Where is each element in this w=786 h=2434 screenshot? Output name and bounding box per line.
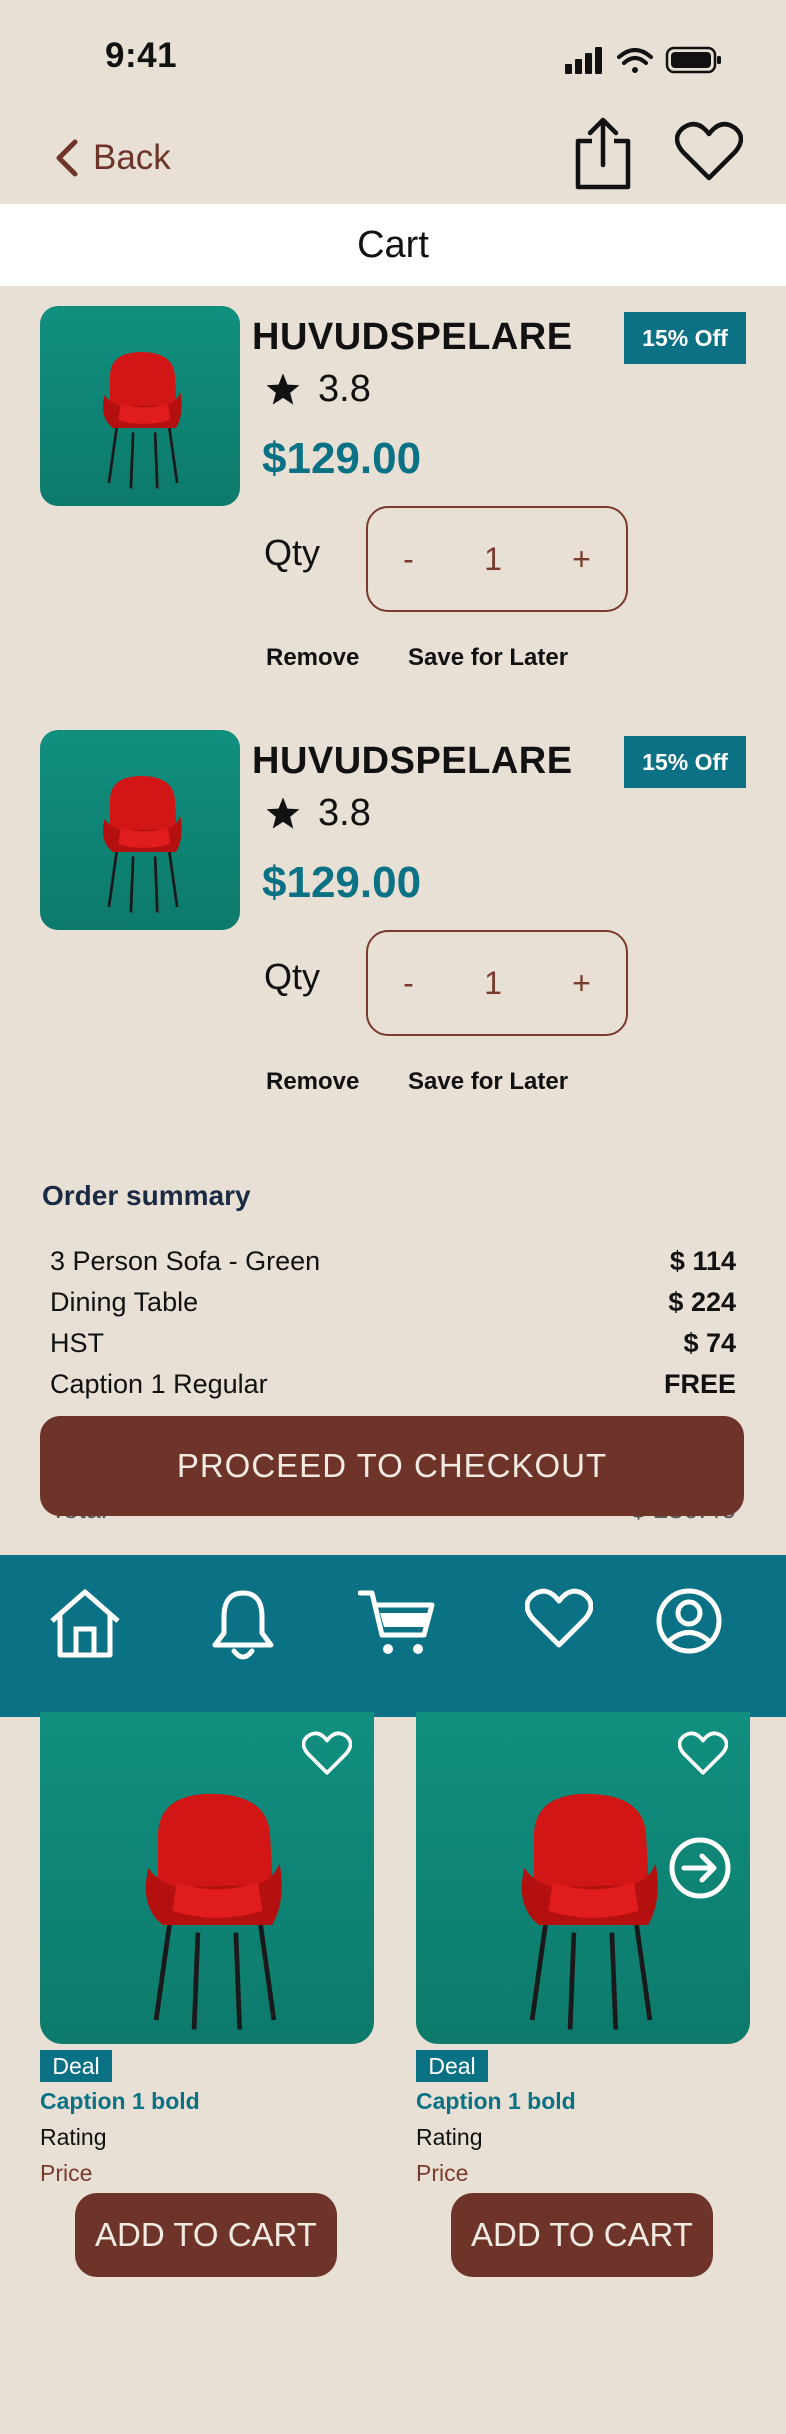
heart-icon[interactable] <box>678 1730 728 1776</box>
qty-increment-button[interactable]: + <box>572 965 591 1002</box>
summary-label: HST <box>50 1328 104 1358</box>
favorite-button[interactable] <box>674 120 744 187</box>
qty-decrement-button[interactable]: - <box>403 541 414 578</box>
signal-icon <box>565 47 602 74</box>
summary-row: HST $ 74 <box>50 1328 736 1359</box>
tab-home[interactable] <box>48 1587 122 1664</box>
product-price: Price <box>40 2160 93 2186</box>
status-icons <box>563 44 723 81</box>
page-title: Cart <box>0 204 786 286</box>
tab-favorites[interactable] <box>524 1587 594 1654</box>
status-time: 9:41 <box>105 36 178 75</box>
summary-row: Caption 1 Regular FREE <box>50 1369 736 1400</box>
user-icon <box>656 1588 722 1654</box>
product-image[interactable] <box>40 730 240 930</box>
qty-label: Qty <box>264 956 321 997</box>
home-icon <box>50 1589 120 1658</box>
add-to-cart-button[interactable]: ADD TO CART <box>75 2193 337 2277</box>
tab-notifications[interactable] <box>210 1587 276 1666</box>
product-price: $129.00 <box>262 434 422 483</box>
product-caption: Caption 1 bold <box>416 2088 576 2114</box>
summary-label: Dining Table <box>50 1287 199 1317</box>
heart-icon[interactable] <box>302 1730 352 1776</box>
product-card <box>416 1712 750 2044</box>
bottom-tab-bar <box>0 1555 786 1717</box>
star-icon <box>266 796 300 829</box>
summary-value: $ 74 <box>683 1328 736 1358</box>
deal-badge: Deal <box>416 2050 488 2082</box>
summary-value: $ 224 <box>668 1287 736 1317</box>
product-image[interactable] <box>40 1712 374 2044</box>
deal-badge: Deal <box>40 2050 112 2082</box>
summary-value: $ 114 <box>669 1246 736 1276</box>
remove-button[interactable]: Remove <box>266 1068 359 1096</box>
back-label: Back <box>93 138 171 177</box>
qty-increment-button[interactable]: + <box>572 541 591 578</box>
share-icon <box>575 117 631 190</box>
product-card <box>40 1712 374 2044</box>
save-for-later-button[interactable]: Save for Later <box>408 1068 568 1096</box>
star-icon <box>266 372 300 405</box>
rating-value: 3.8 <box>318 368 371 410</box>
save-for-later-button[interactable]: Save for Later <box>408 644 568 672</box>
discount-badge: 15% Off <box>624 736 746 788</box>
chevron-left-icon <box>56 139 78 177</box>
product-rating: Rating <box>416 2124 483 2150</box>
qty-value: 1 <box>484 964 502 1001</box>
heart-icon <box>524 1588 594 1648</box>
back-button[interactable]: Back <box>55 138 171 178</box>
remove-button[interactable]: Remove <box>266 644 359 672</box>
summary-label: Caption 1 Regular <box>50 1369 268 1399</box>
bell-icon <box>212 1590 274 1660</box>
product-rating: 3.8 <box>264 792 371 835</box>
product-rating: 3.8 <box>264 368 371 411</box>
product-price: $129.00 <box>262 858 422 907</box>
rating-value: 3.8 <box>318 792 371 834</box>
product-price: Price <box>416 2160 469 2186</box>
checkout-button[interactable]: PROCEED TO CHECKOUT <box>40 1416 744 1516</box>
wifi-icon <box>617 48 653 73</box>
tab-profile[interactable] <box>655 1587 723 1660</box>
cart-icon <box>357 1590 435 1654</box>
summary-value: FREE <box>663 1369 736 1399</box>
cart-item: HUVUDSPELARE 15% Off 3.8 $129.00 Qty - 1… <box>0 306 786 726</box>
product-name: HUVUDSPELARE <box>252 316 573 358</box>
summary-row: 3 Person Sofa - Green $ 114 <box>50 1246 736 1277</box>
qty-decrement-button[interactable]: - <box>403 965 414 1002</box>
product-caption: Caption 1 bold <box>40 2088 200 2114</box>
share-button[interactable] <box>570 115 636 196</box>
product-image[interactable] <box>416 1712 750 2044</box>
arrow-right-icon[interactable] <box>668 1836 732 1900</box>
product-rating: Rating <box>40 2124 107 2150</box>
quantity-stepper: - 1 + <box>366 930 628 1036</box>
cart-item: HUVUDSPELARE 15% Off 3.8 $129.00 Qty - 1… <box>0 730 786 1150</box>
qty-value: 1 <box>484 540 502 577</box>
summary-row: Dining Table $ 224 <box>50 1287 736 1318</box>
qty-label: Qty <box>264 532 321 573</box>
product-image[interactable] <box>40 306 240 506</box>
quantity-stepper: - 1 + <box>366 506 628 612</box>
discount-badge: 15% Off <box>624 312 746 364</box>
heart-icon <box>674 121 744 181</box>
order-summary-title: Order summary <box>42 1180 251 1211</box>
battery-icon <box>665 46 721 74</box>
product-name: HUVUDSPELARE <box>252 740 573 782</box>
summary-label: 3 Person Sofa - Green <box>50 1246 321 1276</box>
add-to-cart-button[interactable]: ADD TO CART <box>451 2193 713 2277</box>
tab-cart[interactable] <box>357 1587 436 1664</box>
